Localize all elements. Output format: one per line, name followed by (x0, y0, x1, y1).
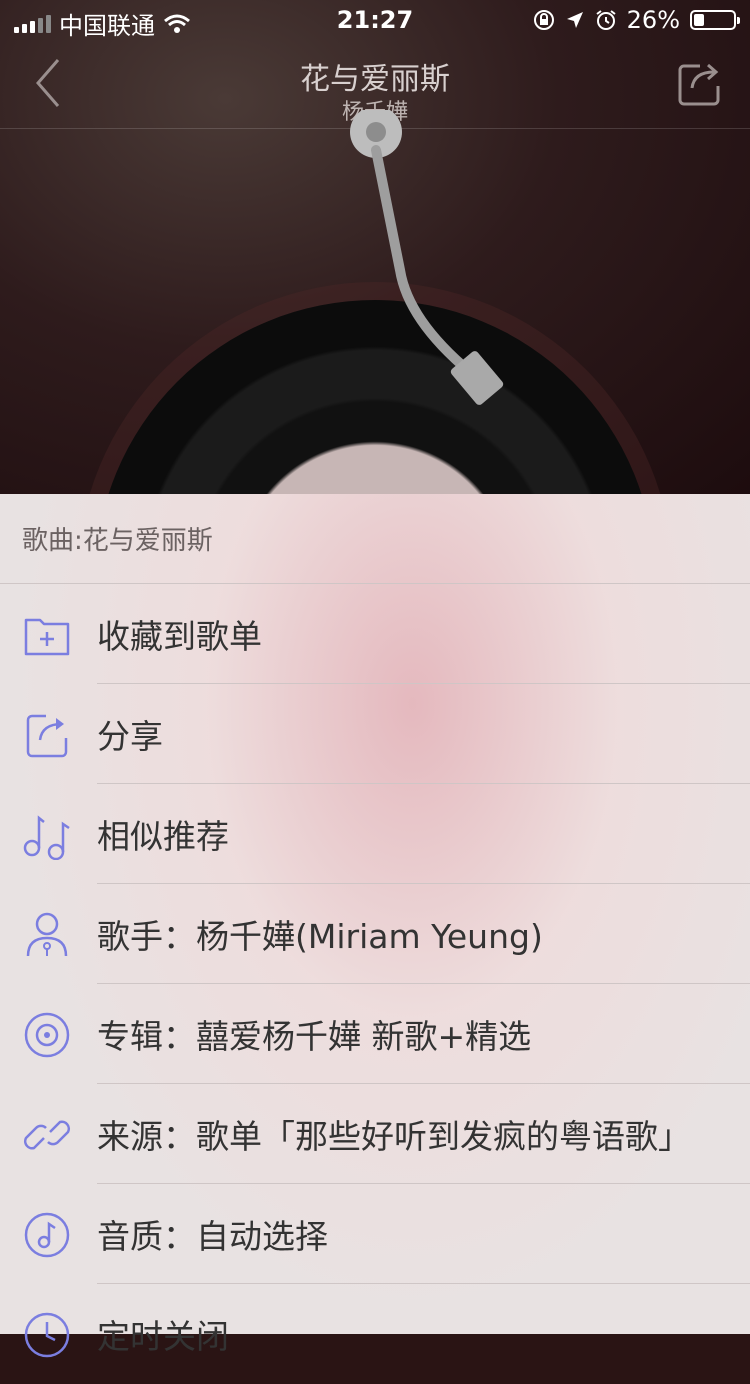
artist-icon (26, 912, 68, 957)
alarm-icon (596, 10, 616, 30)
album-icon (24, 1012, 70, 1058)
action-sheet: 歌曲:花与爱丽斯 收藏到歌单 分享 相似推荐 歌手：杨千嬅(Miriam Yeu… (0, 494, 750, 1358)
menu-item-similar[interactable]: 相似推荐 (0, 784, 750, 884)
timer-icon (24, 1312, 70, 1358)
menu-item-label: 来源：歌单「那些好听到发疯的粤语歌」 (97, 1117, 691, 1156)
menu-item-share[interactable]: 分享 (0, 684, 750, 784)
sheet-header: 歌曲:花与爱丽斯 (0, 494, 750, 584)
battery-icon (690, 10, 740, 30)
menu-item-label: 歌手：杨千嬅(Miriam Yeung) (97, 917, 543, 956)
share-icon (26, 714, 68, 758)
folder-add-icon (24, 618, 70, 656)
song-title: 花与爱丽斯 (300, 62, 450, 97)
quality-icon (24, 1212, 70, 1258)
menu-item-label: 相似推荐 (97, 817, 229, 856)
menu-item-label: 专辑：囍爱杨千嬅 新歌+精选 (97, 1017, 532, 1056)
menu-item-timer[interactable]: 定时关闭 (0, 1284, 750, 1384)
menu-item-artist[interactable]: 歌手：杨千嬅(Miriam Yeung) (0, 884, 750, 984)
player-background: 中国联通 21:27 26% 花与爱丽斯 (0, 0, 750, 494)
location-icon (566, 12, 583, 28)
status-bar: 中国联通 21:27 26% (0, 0, 750, 40)
menu-item-label: 音质：自动选择 (97, 1217, 328, 1256)
menu-item-label: 收藏到歌单 (97, 617, 262, 656)
menu-item-label: 分享 (97, 717, 163, 756)
tonearm (350, 110, 504, 405)
music-note-icon (23, 815, 70, 860)
share-icon[interactable] (678, 60, 722, 108)
link-icon (23, 1120, 71, 1150)
menu-item-album[interactable]: 专辑：囍爱杨千嬅 新歌+精选 (0, 984, 750, 1084)
menu-item-label: 定时关闭 (97, 1317, 229, 1356)
menu-item-quality[interactable]: 音质：自动选择 (0, 1184, 750, 1284)
battery-percent: 26% (626, 6, 680, 34)
menu-item-add-to-playlist[interactable]: 收藏到歌单 (0, 584, 750, 684)
rotation-lock-icon (533, 10, 554, 30)
menu-item-source[interactable]: 来源：歌单「那些好听到发疯的粤语歌」 (0, 1084, 750, 1184)
